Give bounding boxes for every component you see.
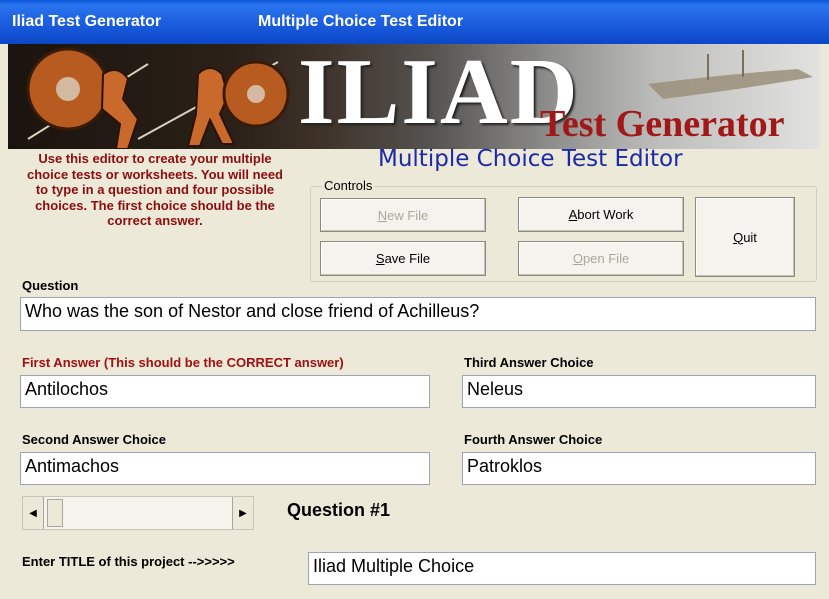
quit-mnemonic: Q	[733, 229, 744, 245]
project-title-label: Enter TITLE of this project -->>>>>	[22, 554, 235, 569]
title-bar[interactable]: Iliad Test Generator Multiple Choice Tes…	[0, 0, 829, 44]
third-answer-input[interactable]: Neleus	[462, 375, 816, 408]
scroll-left-icon[interactable]: ◀	[23, 497, 44, 529]
project-title-input[interactable]: Iliad Multiple Choice	[308, 552, 816, 585]
abort-work-label: bort Work	[577, 207, 634, 222]
scroll-thumb[interactable]	[47, 499, 63, 527]
new-file-button[interactable]: New File	[320, 198, 486, 232]
editor-heading: Multiple Choice Test Editor	[378, 146, 683, 172]
instructions-text: Use this editor to create your multiple …	[27, 151, 283, 228]
first-answer-input[interactable]: Antilochos	[20, 375, 430, 408]
question-scrollbar[interactable]: ◀ ▶	[22, 496, 254, 530]
question-number: Question #1	[287, 500, 391, 520]
app-title: Iliad Test Generator	[12, 13, 162, 30]
editor-window: Iliad Test Generator Multiple Choice Tes…	[0, 0, 829, 599]
quit-label: uit	[743, 229, 757, 245]
open-file-label: pen File	[582, 251, 630, 266]
scroll-right-icon[interactable]: ▶	[232, 497, 253, 529]
banner-title: ILIAD	[298, 44, 580, 144]
first-answer-label: First Answer (This should be the CORRECT…	[22, 355, 344, 370]
abort-work-button[interactable]: Abort Work	[518, 197, 684, 232]
second-answer-input[interactable]: Antimachos	[20, 452, 430, 485]
header-banner: ILIAD Test Generator	[8, 44, 820, 149]
fourth-answer-label: Fourth Answer Choice	[464, 432, 603, 447]
open-file-mnemonic: O	[572, 251, 583, 266]
question-label: Question	[22, 278, 79, 293]
new-file-label: ew File	[387, 207, 429, 223]
window-title: Multiple Choice Test Editor	[258, 13, 464, 30]
second-answer-label: Second Answer Choice	[22, 432, 166, 447]
save-file-label: ave File	[384, 251, 431, 266]
third-answer-label: Third Answer Choice	[464, 355, 594, 370]
save-file-mnemonic: S	[375, 251, 385, 266]
open-file-button[interactable]: Open File	[518, 241, 684, 276]
save-file-button[interactable]: Save File	[320, 241, 486, 276]
controls-legend: Controls	[322, 178, 375, 193]
abort-work-mnemonic: A	[568, 207, 578, 222]
banner-subtitle: Test Generator	[540, 103, 785, 145]
quit-button[interactable]: Quit	[695, 197, 795, 277]
question-input[interactable]: Who was the son of Nestor and close frie…	[20, 297, 816, 331]
fourth-answer-input[interactable]: Patroklos	[462, 452, 816, 485]
new-file-mnemonic: N	[377, 207, 388, 223]
